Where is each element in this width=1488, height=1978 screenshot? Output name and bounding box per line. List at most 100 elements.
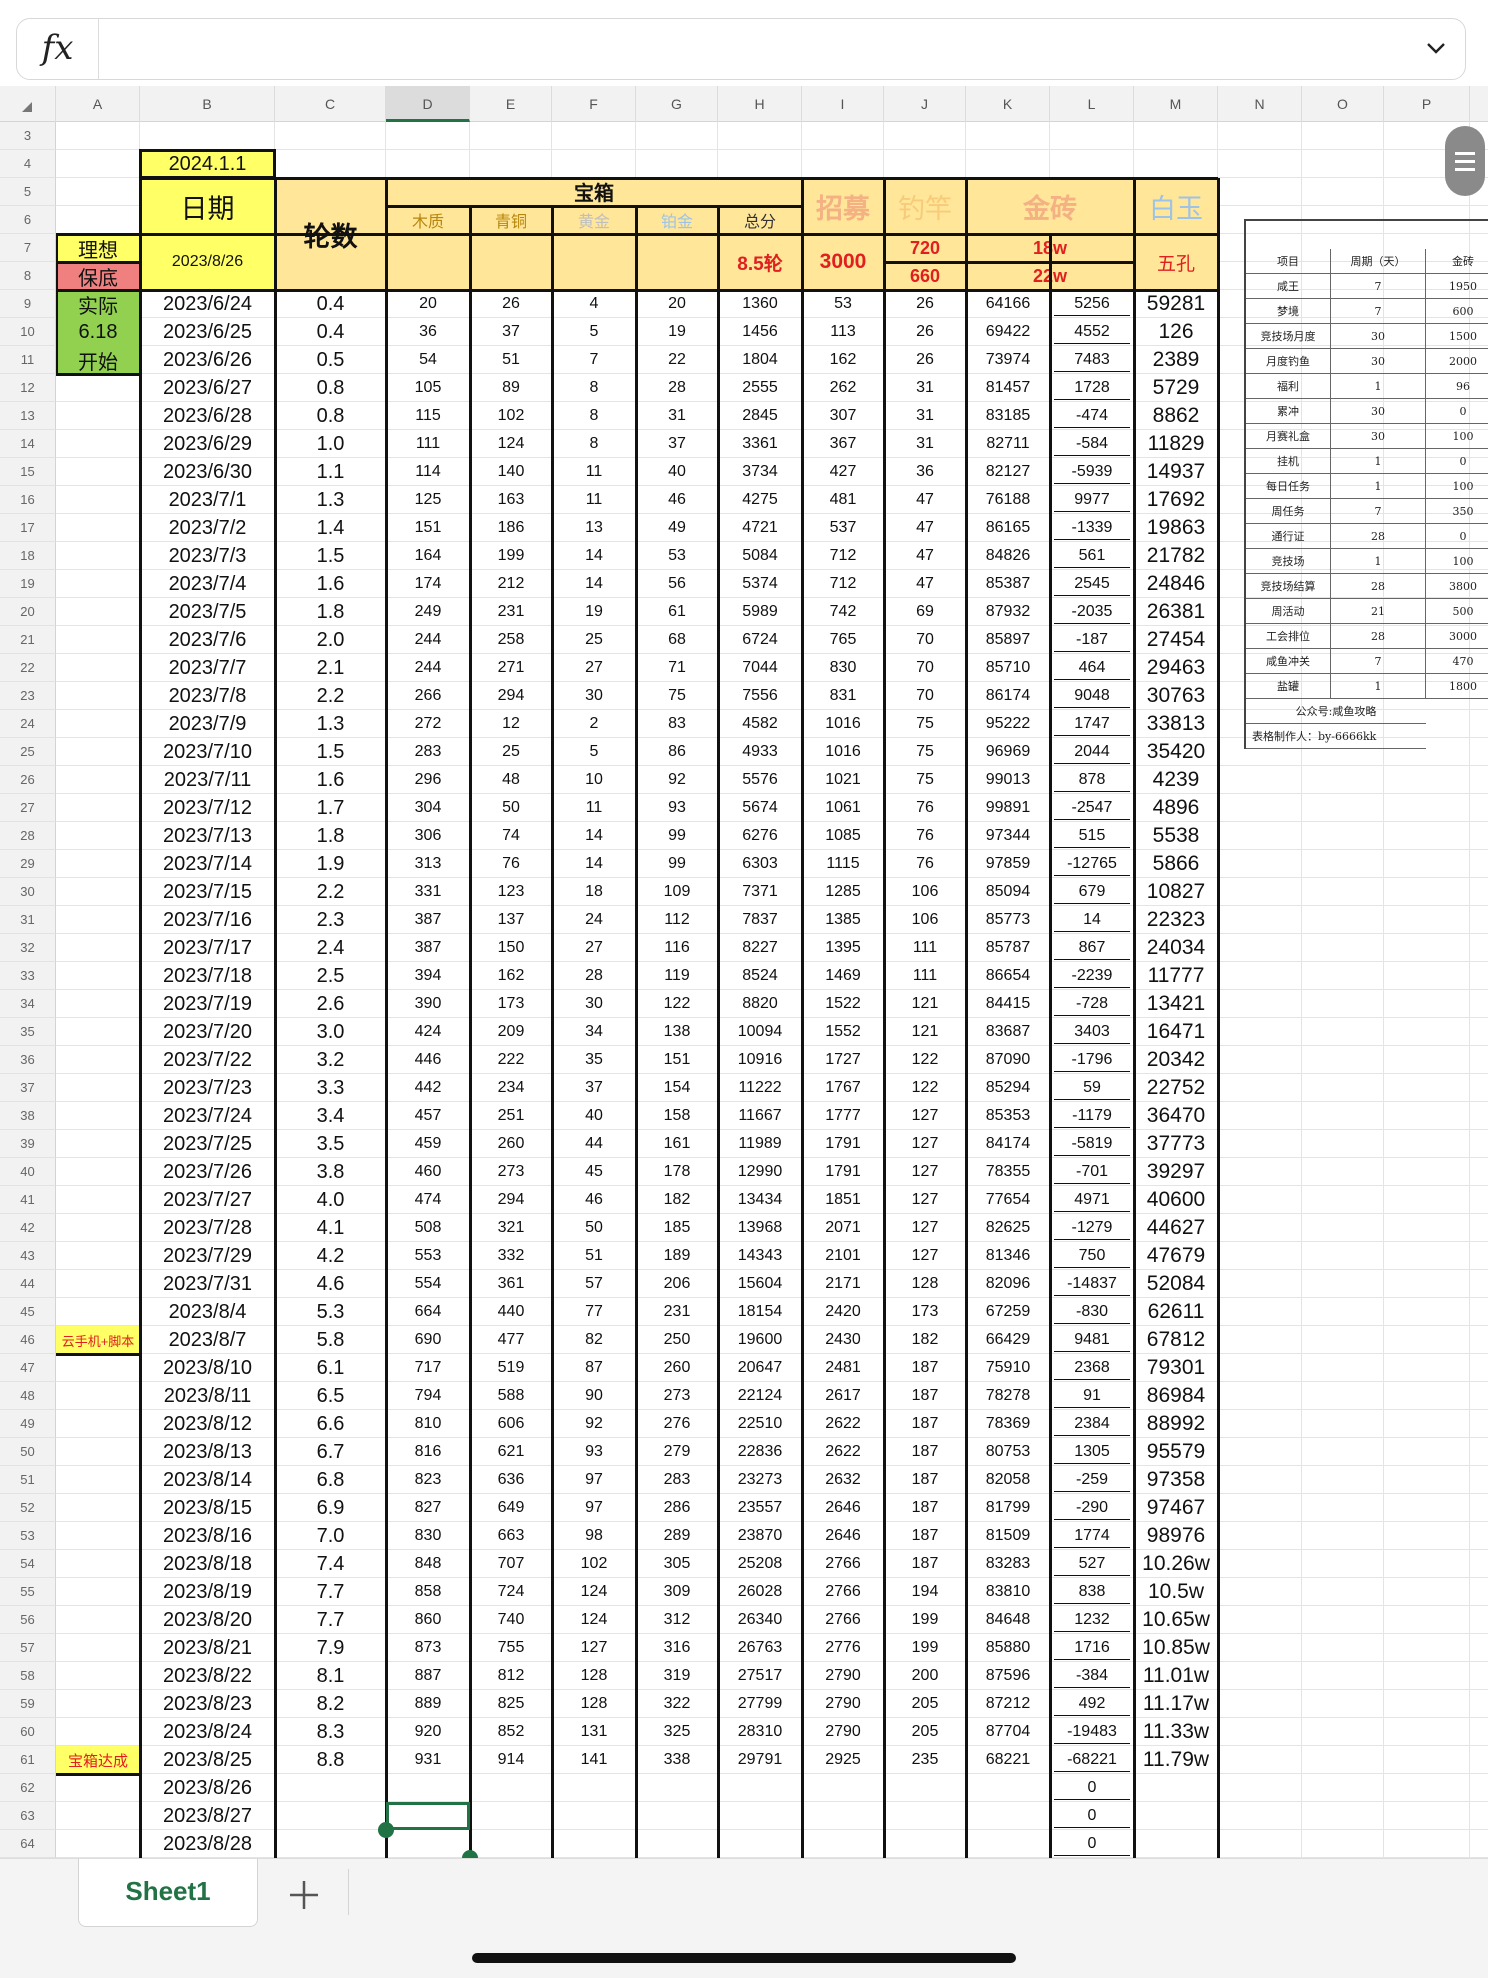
row-header-5[interactable]: 5 xyxy=(0,178,56,206)
row-header-26[interactable]: 26 xyxy=(0,766,56,794)
row-header-13[interactable]: 13 xyxy=(0,402,56,430)
row-header-4[interactable]: 4 xyxy=(0,150,56,178)
column-header-G[interactable]: G xyxy=(636,86,718,122)
row-header-40[interactable]: 40 xyxy=(0,1158,56,1186)
row-header-52[interactable]: 52 xyxy=(0,1494,56,1522)
row-header-12[interactable]: 12 xyxy=(0,374,56,402)
column-header-F[interactable]: F xyxy=(552,86,636,122)
row-header-32[interactable]: 32 xyxy=(0,934,56,962)
row-header-51[interactable]: 51 xyxy=(0,1466,56,1494)
row-header-27[interactable]: 27 xyxy=(0,794,56,822)
scroll-handle[interactable] xyxy=(1445,126,1485,196)
column-header-O[interactable]: O xyxy=(1302,86,1384,122)
column-header-D[interactable]: D xyxy=(386,86,470,122)
row-header-60[interactable]: 60 xyxy=(0,1718,56,1746)
row-header-17[interactable]: 17 xyxy=(0,514,56,542)
row-header-43[interactable]: 43 xyxy=(0,1242,56,1270)
row-header-25[interactable]: 25 xyxy=(0,738,56,766)
selection-handle-start[interactable] xyxy=(378,1822,394,1838)
row-header-49[interactable]: 49 xyxy=(0,1410,56,1438)
row-header-48[interactable]: 48 xyxy=(0,1382,56,1410)
row-header-44[interactable]: 44 xyxy=(0,1270,56,1298)
row-header-36[interactable]: 36 xyxy=(0,1046,56,1074)
column-header-A[interactable]: A xyxy=(56,86,140,122)
row-header-33[interactable]: 33 xyxy=(0,962,56,990)
row-header-50[interactable]: 50 xyxy=(0,1438,56,1466)
data-cell: -2035 xyxy=(1071,603,1113,620)
data-cell: 825 xyxy=(497,1695,525,1712)
column-header-E[interactable]: E xyxy=(470,86,552,122)
row-header-34[interactable]: 34 xyxy=(0,990,56,1018)
row-header-7[interactable]: 7 xyxy=(0,234,56,262)
formula-bar[interactable]: fx xyxy=(16,18,1466,80)
column-header-M[interactable]: M xyxy=(1134,86,1218,122)
column-header-L[interactable]: L xyxy=(1050,86,1134,122)
row-header-57[interactable]: 57 xyxy=(0,1634,56,1662)
chest-ideal-empty xyxy=(636,234,718,290)
row-header-39[interactable]: 39 xyxy=(0,1130,56,1158)
data-cell xyxy=(1134,1830,1218,1858)
row-header-28[interactable]: 28 xyxy=(0,822,56,850)
row-header-15[interactable]: 15 xyxy=(0,458,56,486)
row-header-29[interactable]: 29 xyxy=(0,850,56,878)
row-header-8[interactable]: 8 xyxy=(0,262,56,290)
row-header-18[interactable]: 18 xyxy=(0,542,56,570)
rod-floor: 660 xyxy=(884,262,966,290)
row-header-23[interactable]: 23 xyxy=(0,682,56,710)
row-header-6[interactable]: 6 xyxy=(0,206,56,234)
row-header-3[interactable]: 3 xyxy=(0,122,56,150)
column-header-H[interactable]: H xyxy=(718,86,802,122)
row-header-30[interactable]: 30 xyxy=(0,878,56,906)
data-cell: 45 xyxy=(585,1163,603,1180)
row-header-20[interactable]: 20 xyxy=(0,598,56,626)
row-header-19[interactable]: 19 xyxy=(0,570,56,598)
chevron-down-icon[interactable] xyxy=(1425,37,1447,59)
column-header-P[interactable]: P xyxy=(1384,86,1470,122)
data-cell: 22836 xyxy=(737,1443,783,1460)
row-header-62[interactable]: 62 xyxy=(0,1774,56,1802)
row-header-47[interactable]: 47 xyxy=(0,1354,56,1382)
row-header-54[interactable]: 54 xyxy=(0,1550,56,1578)
selection-box[interactable] xyxy=(386,1802,470,1830)
row-header-38[interactable]: 38 xyxy=(0,1102,56,1130)
row-header-45[interactable]: 45 xyxy=(0,1298,56,1326)
column-header-I[interactable]: I xyxy=(802,86,884,122)
data-cell: 64166 xyxy=(985,295,1031,312)
select-all-corner[interactable] xyxy=(0,86,56,122)
row-header-37[interactable]: 37 xyxy=(0,1074,56,1102)
row-header-59[interactable]: 59 xyxy=(0,1690,56,1718)
data-cell: 283 xyxy=(414,743,442,760)
row-header-58[interactable]: 58 xyxy=(0,1662,56,1690)
row-header-61[interactable]: 61 xyxy=(0,1746,56,1774)
data-cell: 7.9 xyxy=(316,1636,345,1659)
row-header-16[interactable]: 16 xyxy=(0,486,56,514)
row-header-11[interactable]: 11 xyxy=(0,346,56,374)
row-header-9[interactable]: 9 xyxy=(0,290,56,318)
row-header-31[interactable]: 31 xyxy=(0,906,56,934)
row-header-55[interactable]: 55 xyxy=(0,1578,56,1606)
column-header-B[interactable]: B xyxy=(140,86,275,122)
row-header-22[interactable]: 22 xyxy=(0,654,56,682)
row-header-42[interactable]: 42 xyxy=(0,1214,56,1242)
column-header-C[interactable]: C xyxy=(275,86,386,122)
row-header-56[interactable]: 56 xyxy=(0,1606,56,1634)
column-header-J[interactable]: J xyxy=(884,86,966,122)
column-header-N[interactable]: N xyxy=(1218,86,1302,122)
row-header-35[interactable]: 35 xyxy=(0,1018,56,1046)
row-header-46[interactable]: 46 xyxy=(0,1326,56,1354)
row-header-24[interactable]: 24 xyxy=(0,710,56,738)
row-header-21[interactable]: 21 xyxy=(0,626,56,654)
column-header-K[interactable]: K xyxy=(966,86,1050,122)
row-header-10[interactable]: 10 xyxy=(0,318,56,346)
sheet-tab-sheet1[interactable]: Sheet1 xyxy=(78,1859,258,1927)
row-header-14[interactable]: 14 xyxy=(0,430,56,458)
row-header-53[interactable]: 53 xyxy=(0,1522,56,1550)
plus-icon[interactable] xyxy=(286,1877,322,1913)
row-header-64[interactable]: 64 xyxy=(0,1830,56,1858)
row-header-41[interactable]: 41 xyxy=(0,1186,56,1214)
row-header-63[interactable]: 63 xyxy=(0,1802,56,1830)
data-cell: 387 xyxy=(414,939,442,956)
spreadsheet-grid[interactable]: 2024.1.1 日期 2023/8/26 轮数 宝箱 木质 青铜 黄金 铂金 总分 8.5轮 招募 3… xyxy=(0,86,1488,1858)
data-cell: 97467 xyxy=(1146,1496,1206,1519)
side-ideal: 理想 xyxy=(56,234,140,262)
